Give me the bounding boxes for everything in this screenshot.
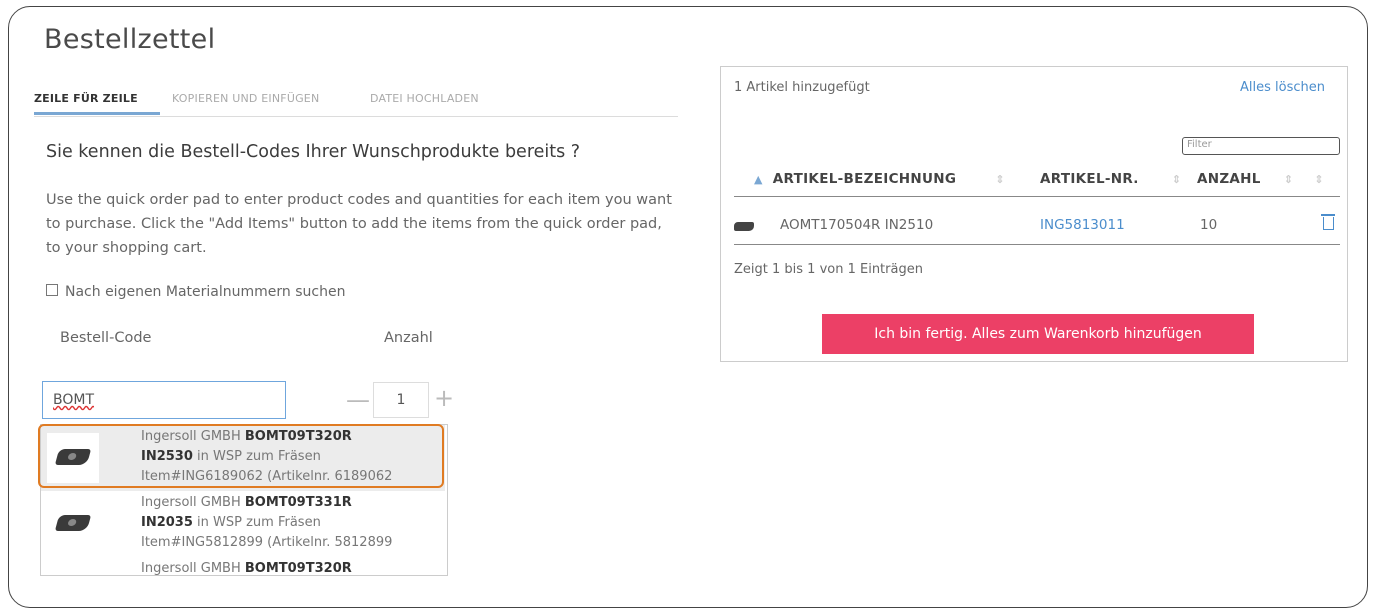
tab-file-upload[interactable]: DATEI HOCHLADEN — [370, 92, 479, 105]
cart-item-qty: 10 — [1200, 217, 1218, 233]
product-icon — [734, 222, 754, 231]
own-numbers-checkbox[interactable] — [46, 284, 58, 296]
add-to-cart-button[interactable]: Ich bin fertig. Alles zum Warenkorb hinz… — [822, 314, 1254, 354]
page-title: Bestellzettel — [44, 24, 216, 55]
own-numbers-option[interactable]: Nach eigenen Materialnummern suchen — [46, 284, 345, 300]
qty-column-label: Anzahl — [384, 330, 433, 346]
table-header-rule — [734, 196, 1340, 197]
column-header-number[interactable]: ARTIKEL-NR. ⇕ — [1040, 171, 1181, 187]
sort-asc-icon: ▲ — [754, 173, 763, 186]
column-header-name[interactable]: ▲ ARTIKEL-BEZEICHNUNG ⇕ — [754, 171, 1005, 187]
suggestion-item[interactable]: Ingersoll GMBH BOMT09T320R — [41, 557, 445, 575]
table-info: Zeigt 1 bis 1 von 1 Einträgen — [734, 262, 923, 277]
cart-item-name: AOMT170504R IN2510 — [780, 217, 934, 233]
cart-item-number[interactable]: ING5813011 — [1040, 217, 1125, 233]
active-tab-indicator — [34, 112, 160, 115]
sort-icon: ⇕ — [1314, 173, 1324, 186]
tab-line-by-line[interactable]: ZEILE FÜR ZEILE — [34, 92, 138, 105]
tab-copy-paste[interactable]: KOPIEREN UND EINFÜGEN — [172, 92, 319, 105]
filter-input[interactable]: Filter — [1182, 137, 1340, 155]
sort-icon: ⇕ — [1283, 173, 1294, 186]
clear-all-link[interactable]: Alles löschen — [1240, 80, 1325, 95]
sort-icon: ⇕ — [995, 173, 1005, 186]
sort-icon: ⇕ — [1171, 173, 1182, 186]
qty-input[interactable]: 1 — [373, 382, 429, 418]
form-description: Use the quick order pad to enter product… — [46, 192, 672, 256]
column-header-qty[interactable]: ANZAHL ⇕ ⇕ — [1197, 171, 1324, 187]
code-input[interactable]: BOMT — [42, 381, 286, 419]
highlight-annotation — [38, 424, 444, 488]
trash-icon[interactable] — [1321, 214, 1335, 230]
product-thumbnail — [47, 499, 99, 549]
items-added-text: 1 Artikel hinzugefügt — [734, 80, 870, 95]
code-column-label: Bestell-Code — [60, 330, 152, 346]
qty-decrease-button[interactable]: — — [346, 386, 370, 414]
qty-increase-button[interactable]: + — [434, 384, 454, 412]
table-bottom-rule — [734, 244, 1340, 245]
own-numbers-label: Nach eigenen Materialnummern suchen — [65, 284, 346, 300]
form-heading: Sie kennen die Bestell-Codes Ihrer Wunsc… — [46, 142, 581, 162]
order-tabs: ZEILE FÜR ZEILE KOPIEREN UND EINFÜGEN DA… — [34, 92, 678, 117]
suggestion-item[interactable]: Ingersoll GMBH BOMT09T331R IN2035 in WSP… — [41, 491, 445, 557]
